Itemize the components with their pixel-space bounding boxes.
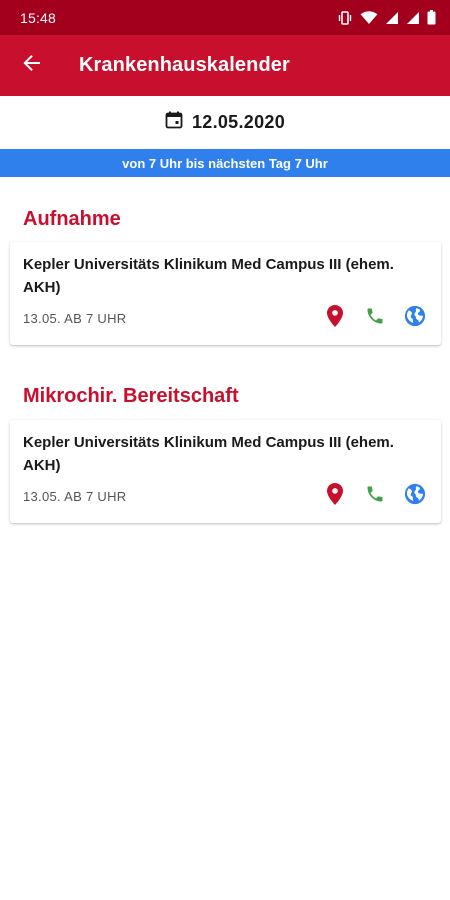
status-bar: 15:48 [0, 0, 450, 35]
hospital-name: Kepler Universitäts Klinikum Med Campus … [23, 434, 394, 474]
time-label: 13.05. AB 7 UHR [23, 489, 127, 504]
location-pin-icon [327, 304, 343, 332]
back-button[interactable] [0, 35, 64, 96]
date-value: 12.05.2020 [191, 111, 286, 132]
website-button[interactable] [403, 305, 427, 332]
hospital-card[interactable]: Kepler Universitäts Klinikum Med Campus … [10, 242, 441, 345]
app-bar: Krankenhauskalender [0, 35, 450, 96]
location-button[interactable] [323, 482, 347, 510]
globe-icon [404, 483, 426, 510]
section-title: Aufnahme [23, 208, 121, 230]
info-banner: von 7 Uhr bis nächsten Tag 7 Uhr [0, 149, 450, 177]
hospital-card[interactable]: Kepler Universitäts Klinikum Med Campus … [10, 420, 441, 523]
location-button[interactable] [323, 304, 347, 332]
signal-icon [406, 11, 420, 25]
status-time: 15:48 [20, 9, 57, 26]
signal-icon [385, 11, 399, 25]
vibrate-icon [337, 10, 353, 25]
call-button[interactable] [363, 306, 387, 330]
card-actions [323, 304, 427, 332]
phone-icon [365, 306, 385, 331]
website-button[interactable] [403, 483, 427, 510]
hospital-name: Kepler Universitäts Klinikum Med Campus … [23, 256, 394, 296]
call-button[interactable] [363, 484, 387, 508]
battery-icon [427, 10, 436, 25]
time-label: 13.05. AB 7 UHR [23, 311, 127, 326]
phone-icon [365, 484, 385, 509]
status-icons [337, 10, 436, 25]
location-pin-icon [327, 482, 343, 510]
card-actions [323, 482, 427, 510]
date-selector[interactable]: 12.05.2020 [0, 96, 450, 148]
wifi-icon [360, 10, 378, 25]
calendar-icon [165, 111, 183, 134]
page-title: Krankenhauskalender [79, 54, 290, 76]
arrow-left-icon [23, 54, 41, 77]
section-title: Mikrochir. Bereitschaft [23, 385, 239, 407]
globe-icon [404, 305, 426, 332]
